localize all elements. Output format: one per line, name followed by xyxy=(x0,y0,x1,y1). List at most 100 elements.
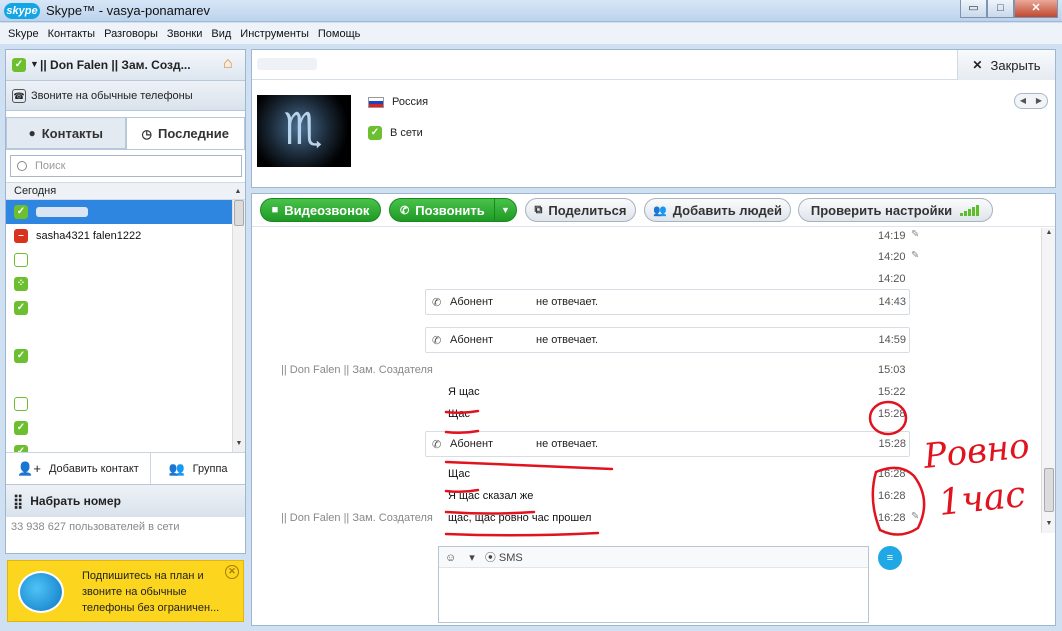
signal-icon xyxy=(960,204,980,216)
scroll-up-arrow-icon[interactable]: ▲ xyxy=(232,186,244,198)
chevron-down-icon[interactable]: ▼ xyxy=(494,199,516,221)
dial-number-button[interactable]: ⣿ Набрать номер xyxy=(6,484,245,517)
add-person-icon: 👤+ xyxy=(17,460,41,476)
system-message: ✆ Абонент не отвечает. 14:59 xyxy=(425,327,910,353)
clock-icon: ◷ xyxy=(141,126,152,141)
contact-tabs: ● Контакты ◷ Последние xyxy=(6,117,245,150)
contact-item[interactable]: ✓ xyxy=(6,440,245,452)
arrow-right-icon[interactable]: ▶ xyxy=(1031,94,1047,108)
menu-conversations[interactable]: Разговоры xyxy=(104,28,158,40)
scroll-down-arrow-icon[interactable]: ▼ xyxy=(233,438,245,450)
home-icon[interactable]: ⌂ xyxy=(223,56,239,72)
promo-banner[interactable]: Подпишитесь на план и звоните на обычные… xyxy=(7,560,244,622)
profile-status: ✓ В сети xyxy=(368,126,423,140)
menu-help[interactable]: Помощь xyxy=(318,28,361,40)
scroll-down-arrow-icon[interactable]: ▼ xyxy=(1043,520,1055,532)
contact-item[interactable] xyxy=(6,392,245,416)
close-window-button[interactable]: ✕ xyxy=(1014,0,1058,18)
status-offline-icon xyxy=(14,397,28,411)
restore-button[interactable]: ▭ xyxy=(960,0,987,18)
contact-item[interactable]: ✓ xyxy=(6,344,245,368)
arrow-left-icon[interactable]: ◀ xyxy=(1015,94,1031,108)
close-icon[interactable]: ✕ xyxy=(225,565,239,579)
tab-recent-label: Последние xyxy=(157,126,229,141)
message-time: 16:28 xyxy=(878,512,906,524)
status-online-icon: ✓ xyxy=(14,349,28,363)
chevron-down-icon[interactable]: ▼ xyxy=(30,59,39,69)
emoticon-icon: ☺ xyxy=(445,551,457,564)
scroll-up-arrow-icon[interactable]: ▲ xyxy=(1043,229,1055,241)
contact-scrollbar[interactable]: ▼ xyxy=(232,200,245,452)
contact-item[interactable] xyxy=(6,248,245,272)
sms-button[interactable]: ⦿ SMS xyxy=(485,549,533,565)
status-offline-icon xyxy=(14,253,28,267)
contact-item[interactable]: ✓ xyxy=(6,200,245,224)
message-time: 16:28 xyxy=(878,468,906,480)
chat-panel: ■ Видеозвонок ✆ Позвонить ▼ ⧉ Поделиться… xyxy=(251,193,1056,626)
status-online-icon: ✓ xyxy=(14,421,28,435)
video-call-button[interactable]: ■ Видеозвонок xyxy=(260,198,381,222)
phone-icon: ✆ xyxy=(400,204,410,217)
system-message-text: Абонент xyxy=(450,438,494,450)
message-compose[interactable]: ☺ ▾ ⦿ SMS xyxy=(438,546,869,623)
menu-contacts[interactable]: Контакты xyxy=(48,28,96,40)
message-time: 14:43 xyxy=(878,296,906,308)
search-input[interactable]: Поиск xyxy=(10,155,242,177)
close-label: Закрыть xyxy=(990,57,1041,73)
contact-item[interactable]: ⁘ xyxy=(6,272,245,296)
tab-recent[interactable]: ◷ Последние xyxy=(125,117,245,149)
message-time: 16:28 xyxy=(878,490,906,502)
scroll-thumb[interactable] xyxy=(1044,468,1054,512)
phone-icon: ☎ xyxy=(12,88,26,103)
scroll-thumb[interactable] xyxy=(234,200,244,226)
send-button[interactable]: ≡ xyxy=(878,546,902,570)
status-online-icon: ✓ xyxy=(14,445,28,452)
add-contact-button[interactable]: 👤+ Добавить контакт xyxy=(6,453,151,484)
user-status-bar[interactable]: ✓ ▼ || Don Falen || Зам. Созд... ⌂ xyxy=(6,50,245,81)
add-people-label: Добавить людей xyxy=(672,202,782,218)
system-message-text: не отвечает. xyxy=(536,334,599,346)
message-text: щас, щас ровно час прошел xyxy=(448,512,592,524)
chat-bubble-icon: ≡ xyxy=(886,552,894,564)
globe-icon xyxy=(18,571,64,613)
contact-item[interactable]: ✓ xyxy=(6,296,245,320)
profile-header: ✕ Закрыть xyxy=(252,50,1055,80)
phone-icon: ✆ xyxy=(432,439,442,451)
message-time: 14:59 xyxy=(878,334,906,346)
profile-nav: ◀ ▶ xyxy=(1014,93,1048,109)
system-message: ✆ Абонент не отвечает. 15:28 xyxy=(425,431,910,457)
menu-calls[interactable]: Звонки xyxy=(167,28,203,40)
share-button[interactable]: ⧉ Поделиться xyxy=(525,198,636,222)
add-people-button[interactable]: 👥 Добавить людей xyxy=(644,198,791,222)
profile-panel: ✕ Закрыть ♏ Россия ✓ В сети ◀ ▶ xyxy=(251,49,1056,188)
tab-contacts[interactable]: ● Контакты xyxy=(6,117,126,149)
add-people-icon: 👥 xyxy=(653,204,667,217)
group-header-label: Сегодня xyxy=(14,185,57,197)
phone-icon: ✆ xyxy=(432,297,442,309)
check-settings-label: Проверить настройки xyxy=(810,202,953,218)
group-button[interactable]: 👥 Группа xyxy=(151,453,245,484)
maximize-button[interactable]: □ xyxy=(987,0,1014,18)
close-conversation-button[interactable]: ✕ Закрыть xyxy=(957,50,1055,80)
call-button[interactable]: ✆ Позвонить ▼ xyxy=(389,198,517,222)
search-wrap: Поиск xyxy=(6,150,245,182)
contact-name-hidden xyxy=(36,207,88,217)
status-online-icon[interactable]: ✓ xyxy=(12,58,26,72)
contact-item[interactable]: – sasha4321 falen1222 xyxy=(6,224,245,248)
message-text: Щас xyxy=(448,408,471,420)
group-label: Группа xyxy=(192,462,228,475)
menu-tools[interactable]: Инструменты xyxy=(240,28,309,40)
profile-country: Россия xyxy=(368,96,428,108)
chat-scrollbar[interactable]: ▲ ▼ xyxy=(1041,228,1055,533)
menu-skype[interactable]: Skype xyxy=(8,28,39,40)
contact-item[interactable]: ✓ xyxy=(6,416,245,440)
emoticon-button[interactable]: ☺ ▾ xyxy=(445,551,475,564)
call-phones-link[interactable]: ☎ Звоните на обычные телефоны xyxy=(6,81,245,111)
call-phones-label: Звоните на обычные телефоны xyxy=(31,89,193,102)
status-online-icon: ✓ xyxy=(368,126,382,140)
check-settings-button[interactable]: Проверить настройки xyxy=(798,198,993,222)
close-icon: ✕ xyxy=(972,58,983,72)
title-bar: skype Skype™ - vasya-ponamarev ▭ □ ✕ xyxy=(0,0,1062,22)
menu-view[interactable]: Вид xyxy=(211,28,231,40)
menu-bar: Skype Контакты Разговоры Звонки Вид Инст… xyxy=(0,23,1062,44)
